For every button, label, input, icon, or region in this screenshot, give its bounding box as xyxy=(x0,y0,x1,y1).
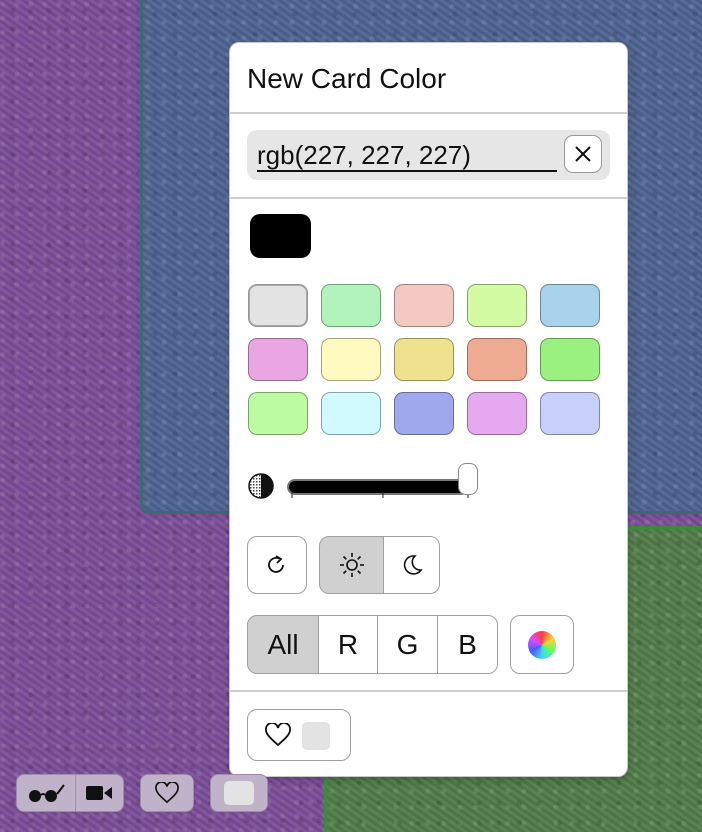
color-swatch[interactable] xyxy=(540,284,600,327)
heart-icon xyxy=(155,782,179,804)
color-swatch[interactable] xyxy=(467,338,527,381)
light-theme-button[interactable] xyxy=(319,536,384,594)
color-input-container: rgb(227, 227, 227) xyxy=(247,130,610,180)
lightness-slider-thumb[interactable] xyxy=(458,463,478,495)
channel-all-button[interactable]: All xyxy=(247,615,319,674)
channel-label: All xyxy=(267,628,299,660)
channel-label: B xyxy=(458,628,477,660)
divider xyxy=(230,690,627,692)
channel-g-button[interactable]: G xyxy=(377,615,438,674)
moon-icon xyxy=(403,555,423,575)
color-preview-swatch xyxy=(250,214,311,258)
video-camera-icon xyxy=(86,786,113,800)
color-swatch[interactable] xyxy=(467,392,527,435)
close-icon xyxy=(575,146,591,162)
color-swatch[interactable] xyxy=(248,338,308,381)
color-swatch[interactable] xyxy=(394,392,454,435)
color-swatch[interactable] xyxy=(321,338,381,381)
favorites-button[interactable] xyxy=(247,709,351,761)
color-swatch[interactable] xyxy=(394,284,454,327)
video-button[interactable] xyxy=(76,775,123,811)
glasses-icon xyxy=(28,784,65,802)
color-toolbar-button[interactable] xyxy=(211,775,267,811)
color-swatch[interactable] xyxy=(248,392,308,435)
panel-title: New Card Color xyxy=(247,63,447,94)
view-toolbar xyxy=(16,774,124,812)
favorites-toolbar xyxy=(140,774,194,812)
favorites-toolbar-button[interactable] xyxy=(141,775,193,811)
dark-theme-button[interactable] xyxy=(383,536,440,594)
view-button[interactable] xyxy=(17,775,76,811)
rotate-icon xyxy=(268,555,284,573)
heart-icon xyxy=(265,723,291,747)
color-slot xyxy=(224,781,254,805)
channel-b-button[interactable]: B xyxy=(437,615,498,674)
color-swatch[interactable] xyxy=(321,284,381,327)
color-toolbar xyxy=(210,774,268,812)
color-swatch[interactable] xyxy=(540,338,600,381)
slider-ticks xyxy=(291,492,469,498)
color-wheel-icon xyxy=(528,630,556,659)
clear-button[interactable] xyxy=(564,135,602,173)
divider xyxy=(230,197,627,199)
divider xyxy=(230,112,627,114)
channel-label: G xyxy=(396,628,419,660)
color-swatch[interactable] xyxy=(248,284,308,327)
channel-r-button[interactable]: R xyxy=(318,615,378,674)
color-swatch[interactable] xyxy=(394,338,454,381)
color-swatch[interactable] xyxy=(540,392,600,435)
color-picker-panel: New Card Color rgb(227, 227, 227) All R … xyxy=(229,42,628,777)
contrast-icon xyxy=(248,473,274,499)
sun-icon xyxy=(339,553,364,577)
color-wheel-button[interactable] xyxy=(510,615,574,674)
channel-label: R xyxy=(337,628,359,660)
favorite-color-slot xyxy=(302,722,330,750)
color-swatch[interactable] xyxy=(467,284,527,327)
reset-button[interactable] xyxy=(247,536,307,594)
color-swatch[interactable] xyxy=(321,392,381,435)
color-value-input[interactable]: rgb(227, 227, 227) xyxy=(257,138,557,172)
